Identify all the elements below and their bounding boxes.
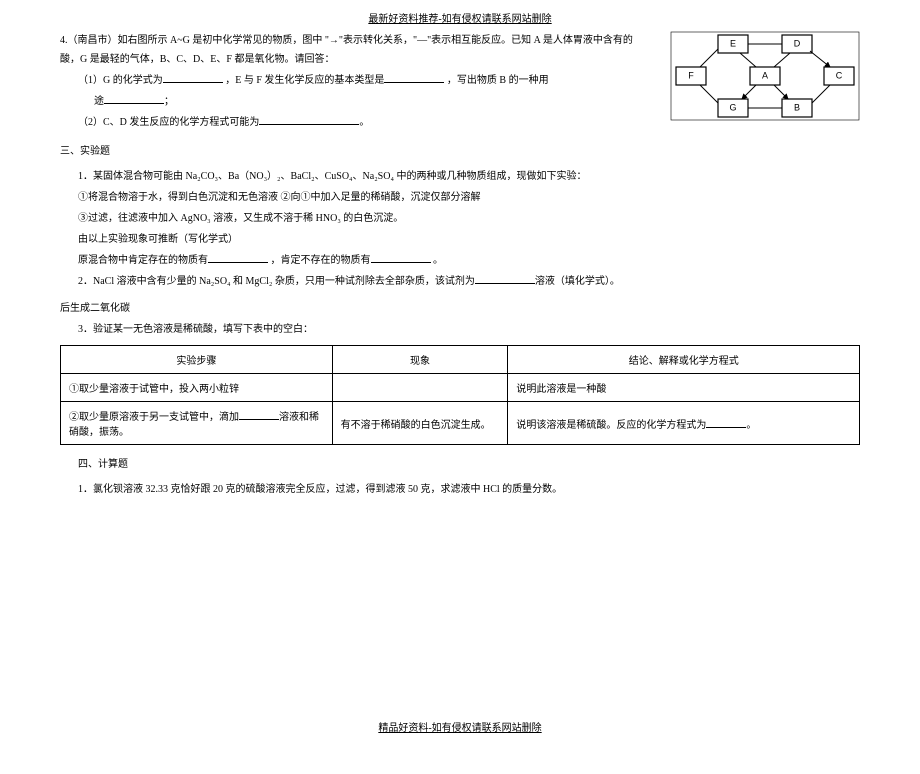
node-f: F — [688, 70, 694, 80]
s3-q3: 3．验证某一无色溶液是稀硫酸，填写下表中的空白： — [60, 320, 860, 339]
r2c1: ②取少量原溶液于另一支试管中，滴加溶液和稀硝酸，振荡。 — [61, 402, 333, 445]
s3-deduce: 由以上实验现象可推断（写化学式） — [60, 230, 860, 249]
r1c3: 说明此溶液是一种酸 — [508, 374, 860, 402]
blank-cd-equation — [259, 113, 359, 125]
r1c1: ①取少量溶液于试管中，投入两小粒锌 — [61, 374, 333, 402]
th-step: 实验步骤 — [61, 346, 333, 374]
q4-intro: 4.（南昌市）如右图所示 A~G 是初中化学常见的物质，图中 "→"表示转化关系… — [60, 31, 640, 69]
s3-step2: ③过滤，往滤液中加入 AgNO₃ 溶液，又生成不溶于稀 HNO₃ 的白色沉淀。 — [60, 209, 860, 228]
blank-b-use — [104, 92, 164, 104]
r2c2: 有不溶于稀硝酸的白色沉淀生成。 — [332, 402, 508, 445]
node-b: B — [794, 102, 800, 112]
q4-part1: （1）G 的化学式为 ，E 与 F 发生化学反应的基本类型是 ，写出物质 B 的… — [60, 71, 640, 90]
experiment-table: 实验步骤 现象 结论、解释或化学方程式 ①取少量溶液于试管中，投入两小粒锌 说明… — [60, 345, 860, 445]
node-d: D — [794, 38, 801, 48]
blank-must-exist — [208, 251, 268, 263]
blank-reaction-type — [384, 71, 444, 83]
s4-q1: 1．氯化钡溶液 32.33 克恰好跟 20 克的硫酸溶液完全反应，过滤，得到滤液… — [60, 480, 860, 499]
node-a: A — [762, 70, 768, 80]
node-g: G — [729, 102, 736, 112]
section3-title: 三、实验题 — [60, 142, 860, 161]
after-co2: 后生成二氧化碳 — [60, 299, 860, 318]
th-phenomenon: 现象 — [332, 346, 508, 374]
q4-part1-cont: 途； — [60, 92, 640, 111]
s3-deduce-line: 原混合物中肯定存在的物质有 ，肯定不存在的物质有 。 — [60, 251, 860, 270]
relationship-diagram: A E D F C G B — [670, 31, 860, 121]
header-banner: 最新好资料推荐-如有侵权请联系网站删除 — [60, 10, 860, 25]
table-row: ②取少量原溶液于另一支试管中，滴加溶液和稀硝酸，振荡。 有不溶于稀硝酸的白色沉淀… — [61, 402, 860, 445]
blank-not-exist — [371, 251, 431, 263]
r2c3: 说明该溶液是稀硫酸。反应的化学方程式为。 — [508, 402, 860, 445]
node-e: E — [730, 38, 736, 48]
node-c: C — [836, 70, 843, 80]
q4-part2: （2）C、D 发生反应的化学方程式可能为。 — [60, 113, 640, 132]
r1c2 — [332, 374, 508, 402]
section4-title: 四、计算题 — [60, 455, 860, 474]
s3-q2: 2．NaCl 溶液中含有少量的 Na₂SO₄ 和 MgCl₂ 杂质，只用一种试剂… — [60, 272, 860, 291]
blank-g-formula — [163, 71, 223, 83]
table-row: ①取少量溶液于试管中，投入两小粒锌 说明此溶液是一种酸 — [61, 374, 860, 402]
s3-step1: ①将混合物溶于水，得到白色沉淀和无色溶液 ②向①中加入足量的稀硝酸，沉淀仅部分溶… — [60, 188, 860, 207]
blank-equation — [706, 416, 746, 428]
s3-q1-intro: 1．某固体混合物可能由 Na₂CO₃、Ba（NO₃）₂、BaCl₂、CuSO₄、… — [60, 167, 860, 186]
footer-banner: 精品好资料-如有侵权请联系网站删除 — [60, 719, 860, 734]
blank-reagent — [475, 272, 535, 284]
blank-add-solution — [239, 408, 279, 420]
th-conclusion: 结论、解释或化学方程式 — [508, 346, 860, 374]
